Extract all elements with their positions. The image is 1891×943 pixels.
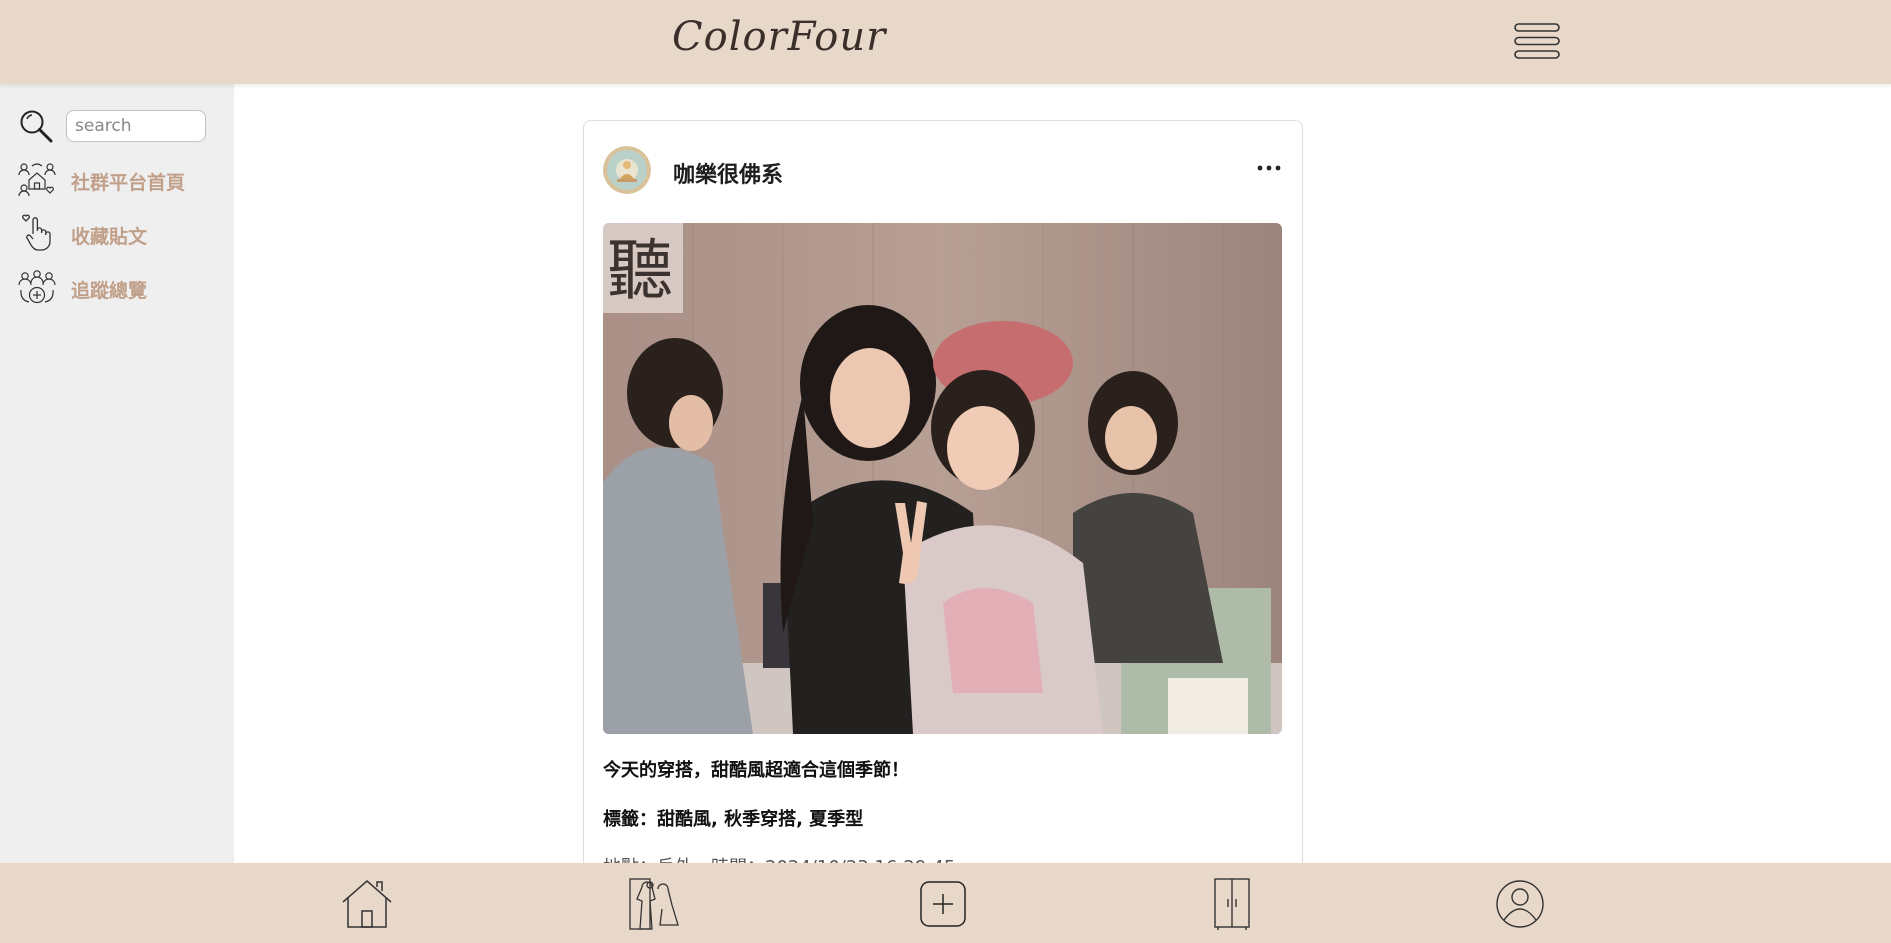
tap-hand-icon	[18, 214, 56, 252]
wardrobe-icon[interactable]	[1205, 877, 1259, 931]
post-photo[interactable]: 聽	[603, 223, 1282, 734]
svg-text:聽: 聽	[607, 232, 673, 309]
profile-icon[interactable]	[1493, 877, 1547, 931]
sidebar: 社群平台首頁 收藏貼文 追蹤總覽	[0, 84, 234, 864]
sidebar-item-community-home[interactable]: 社群平台首頁	[18, 160, 218, 200]
top-header: ColorFour	[0, 0, 1891, 84]
post-card: 咖樂很佛系 聽 今天的穿搭，甜酷風超適合這個季節！ 標籤：甜酷風, 秋季穿搭, …	[583, 120, 1303, 882]
people-group-icon	[18, 268, 56, 306]
search-input[interactable]	[66, 110, 206, 142]
home-icon[interactable]	[340, 877, 394, 931]
bottom-nav	[0, 863, 1891, 943]
sidebar-item-label: 追蹤總覽	[71, 280, 148, 302]
sidebar-item-following[interactable]: 追蹤總覽	[18, 268, 218, 308]
more-options-icon[interactable]	[1256, 159, 1282, 171]
app-logo[interactable]: ColorFour	[672, 14, 886, 60]
community-home-icon	[18, 160, 56, 198]
hamburger-menu-icon[interactable]	[1514, 22, 1560, 60]
sidebar-item-saved-posts[interactable]: 收藏貼文	[18, 214, 218, 254]
sidebar-item-label: 收藏貼文	[71, 226, 148, 248]
sidebar-item-label: 社群平台首頁	[71, 172, 186, 194]
post-caption: 今天的穿搭，甜酷風超適合這個季節！	[603, 760, 909, 781]
add-post-icon[interactable]	[916, 877, 970, 931]
post-username[interactable]: 咖樂很佛系	[673, 157, 783, 189]
outfit-gallery-icon[interactable]	[628, 877, 682, 931]
post-tags: 標籤：甜酷風, 秋季穿搭, 夏季型	[603, 809, 864, 830]
search-icon[interactable]	[18, 108, 54, 144]
avatar[interactable]	[603, 146, 651, 194]
